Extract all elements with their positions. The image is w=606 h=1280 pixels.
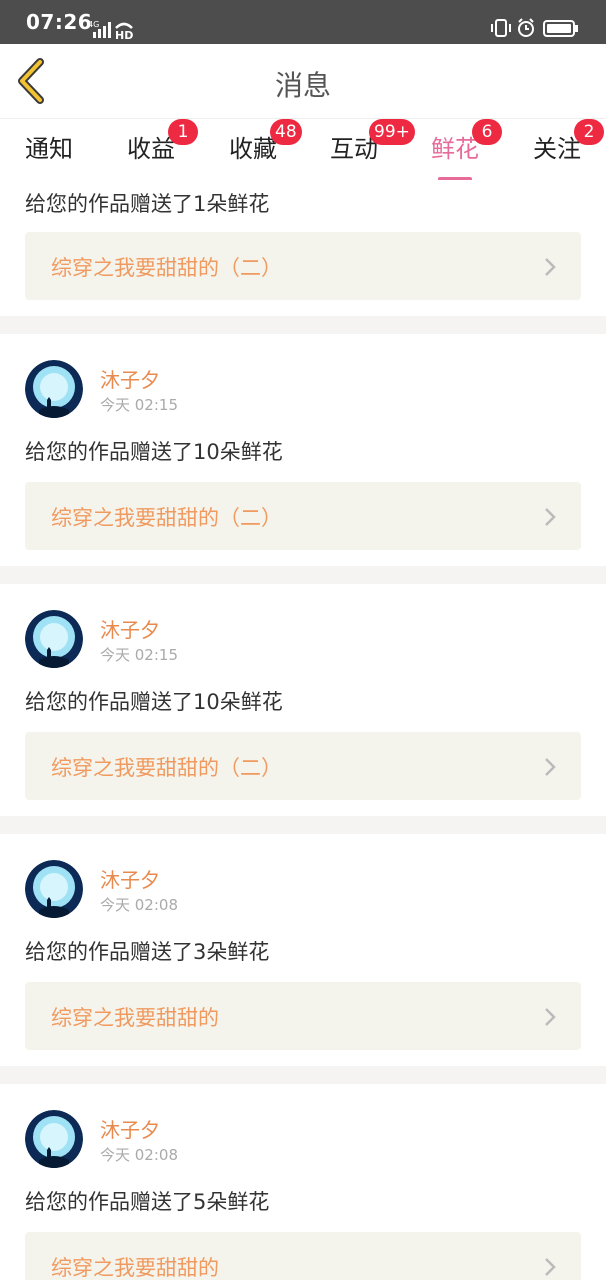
signal-icon: 4G HD xyxy=(88,20,133,40)
tab-label: 鲜花 xyxy=(431,135,479,163)
tab-badge: 99+ xyxy=(369,119,415,145)
system-status-icons xyxy=(491,18,578,37)
work-link[interactable]: 综穿之我要甜甜的（二） xyxy=(25,482,581,550)
message-card: 给您的作品赠送了1朵鲜花 综穿之我要甜甜的（二） xyxy=(0,180,606,316)
user-name[interactable]: 沐子夕 xyxy=(100,1114,160,1143)
work-link[interactable]: 综穿之我要甜甜的（二） xyxy=(25,232,581,300)
work-link[interactable]: 综穿之我要甜甜的 xyxy=(25,982,581,1050)
work-title: 综穿之我要甜甜的 xyxy=(51,1006,219,1030)
tab-badge: 1 xyxy=(168,119,198,145)
user-avatar-image xyxy=(25,1110,83,1168)
work-title: 综穿之我要甜甜的（二） xyxy=(51,256,282,280)
tab-interactions[interactable]: 互动 99+ xyxy=(319,119,415,177)
message-text: 给您的作品赠送了5朵鲜花 xyxy=(25,1190,270,1214)
work-link[interactable]: 综穿之我要甜甜的 xyxy=(25,1232,581,1280)
user-avatar-image xyxy=(25,360,83,418)
work-title: 综穿之我要甜甜的（二） xyxy=(51,506,282,530)
page-title: 消息 xyxy=(274,69,331,102)
nav-bar: 消息 xyxy=(0,44,606,118)
avatar[interactable] xyxy=(25,1110,83,1168)
message-time: 今天 02:08 xyxy=(100,896,178,914)
chevron-right-icon xyxy=(545,508,556,526)
tab-earnings[interactable]: 收益 1 xyxy=(116,119,198,177)
status-bar: 07:26 4G HD xyxy=(0,0,606,44)
message-card: 沐子夕 今天 02:15 给您的作品赠送了10朵鲜花 综穿之我要甜甜的（二） xyxy=(0,584,606,816)
alarm-icon xyxy=(518,18,534,37)
tab-favorites[interactable]: 收藏 48 xyxy=(218,119,302,177)
user-avatar-image xyxy=(25,860,83,918)
message-text: 给您的作品赠送了3朵鲜花 xyxy=(25,940,270,964)
message-card: 沐子夕 今天 02:08 给您的作品赠送了3朵鲜花 综穿之我要甜甜的 xyxy=(0,834,606,1066)
avatar[interactable] xyxy=(25,860,83,918)
tab-label: 收藏 xyxy=(229,135,277,163)
user-name[interactable]: 沐子夕 xyxy=(100,364,160,393)
message-card: 沐子夕 今天 02:15 给您的作品赠送了10朵鲜花 综穿之我要甜甜的（二） xyxy=(0,334,606,566)
work-title: 综穿之我要甜甜的 xyxy=(51,1256,219,1280)
tab-label: 收益 xyxy=(127,135,175,163)
work-link[interactable]: 综穿之我要甜甜的（二） xyxy=(25,732,581,800)
tab-label: 通知 xyxy=(25,135,73,163)
avatar[interactable] xyxy=(25,360,83,418)
tab-flowers[interactable]: 鲜花 6 xyxy=(420,119,502,181)
tab-notifications[interactable]: 通知 xyxy=(14,129,84,177)
network-label: 4G xyxy=(88,20,99,29)
message-text: 给您的作品赠送了1朵鲜花 xyxy=(25,192,270,216)
work-title: 综穿之我要甜甜的（二） xyxy=(51,756,282,780)
user-name[interactable]: 沐子夕 xyxy=(100,614,160,643)
user-name[interactable]: 沐子夕 xyxy=(100,864,160,893)
vibrate-icon xyxy=(491,19,511,37)
chevron-right-icon xyxy=(545,758,556,776)
chevron-right-icon xyxy=(545,258,556,276)
message-text: 给您的作品赠送了10朵鲜花 xyxy=(25,690,283,714)
chevron-right-icon xyxy=(545,1008,556,1026)
tab-follows[interactable]: 关注 2 xyxy=(522,119,604,177)
tab-label: 关注 xyxy=(533,135,581,163)
hd-label: HD xyxy=(115,29,133,40)
tab-badge: 6 xyxy=(472,119,502,145)
avatar[interactable] xyxy=(25,610,83,668)
message-card: 沐子夕 今天 02:08 给您的作品赠送了5朵鲜花 综穿之我要甜甜的 xyxy=(0,1084,606,1280)
message-text: 给您的作品赠送了10朵鲜花 xyxy=(25,440,283,464)
tab-badge: 2 xyxy=(574,119,604,145)
status-time: 07:26 xyxy=(26,10,93,34)
chevron-right-icon xyxy=(545,1258,556,1276)
tab-badge: 48 xyxy=(270,119,302,145)
user-avatar-image xyxy=(25,610,83,668)
message-time: 今天 02:08 xyxy=(100,1146,178,1164)
message-time: 今天 02:15 xyxy=(100,396,178,414)
message-time: 今天 02:15 xyxy=(100,646,178,664)
battery-icon xyxy=(543,20,578,37)
tab-bar: 通知 收益 1 收藏 48 互动 99+ 鲜花 6 关注 2 xyxy=(0,118,606,181)
